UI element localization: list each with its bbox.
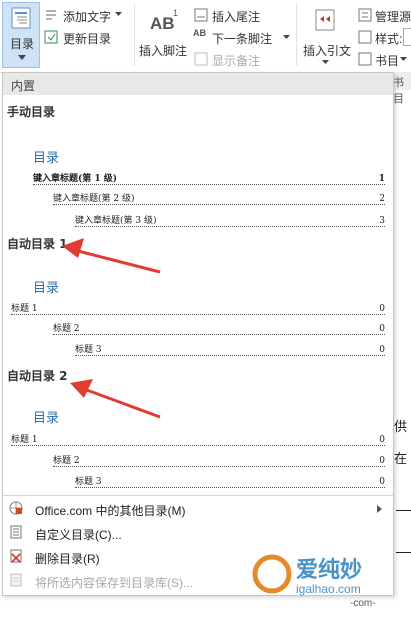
watermark-brand: 爱纯妙 — [296, 557, 363, 582]
watermark-site: igalhao.com — [296, 582, 361, 596]
watermark-site-suffix: -com- — [350, 598, 376, 609]
watermark-emblem-icon — [252, 554, 292, 594]
red-arrow — [70, 379, 161, 419]
annotation-arrows — [62, 238, 161, 419]
red-arrow — [62, 238, 161, 274]
watermark-logo: 爱纯妙 igalhao.com -com- — [250, 548, 410, 614]
